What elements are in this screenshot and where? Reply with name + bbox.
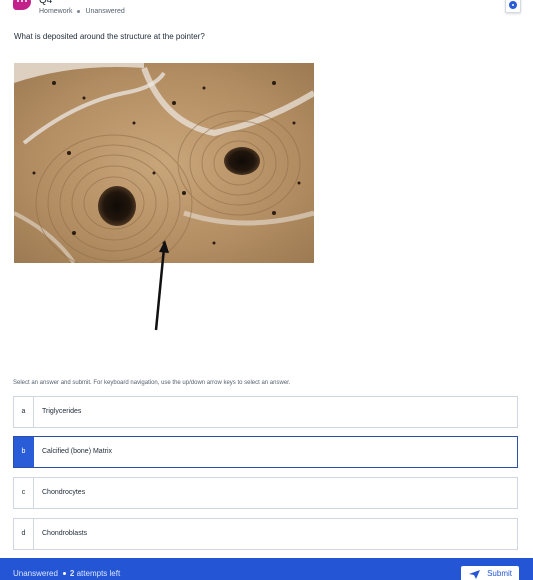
instructions-text: Select an answer and submit. For keyboar… [13,380,291,386]
attempts-count: 2 [69,569,75,578]
option-text: Triglycerides [42,408,82,415]
option-letter: c [14,478,34,508]
option-letter: d [14,519,34,549]
bone-tissue-micrograph [14,63,314,263]
submit-button[interactable]: Submit [461,566,519,580]
option-text: Calcified (bone) Matrix [42,448,113,455]
footer-bar: Unanswered 2 attempts left Submit [0,558,533,580]
answer-status: Unanswered 2 attempts left [13,569,120,578]
answer-option-d[interactable]: d Chondroblasts [13,518,518,550]
attempts-label: attempts left [76,569,121,578]
submit-label: Submit [487,569,512,578]
micrograph-image [14,63,314,263]
info-button[interactable] [505,0,521,13]
answer-option-b[interactable]: b Calcified (bone) Matrix [13,436,518,468]
answer-option-c[interactable]: c Chondrocytes [13,477,518,509]
send-icon [469,570,480,579]
option-letter: b [14,437,34,467]
pointer-arrow [154,240,169,331]
breadcrumb-status: Unanswered [85,8,125,15]
question-prompt: What is deposited around the structure a… [14,32,205,41]
question-number: Q4 [39,0,53,6]
option-text: Chondrocytes [42,489,86,496]
bullet-separator [62,571,66,575]
info-dot-icon [509,1,517,9]
question-page: Q4 Homework Unanswered What is deposited … [0,0,533,580]
option-letter: a [14,397,34,427]
status-label: Unanswered [13,569,58,578]
breadcrumb-assignment-type: Homework [39,8,73,15]
option-text: Chondroblasts [42,530,88,537]
separator-dot [77,9,81,13]
discussion-icon [13,0,31,10]
answer-option-a[interactable]: a Triglycerides [13,396,518,428]
breadcrumb: Homework Unanswered [39,8,125,15]
